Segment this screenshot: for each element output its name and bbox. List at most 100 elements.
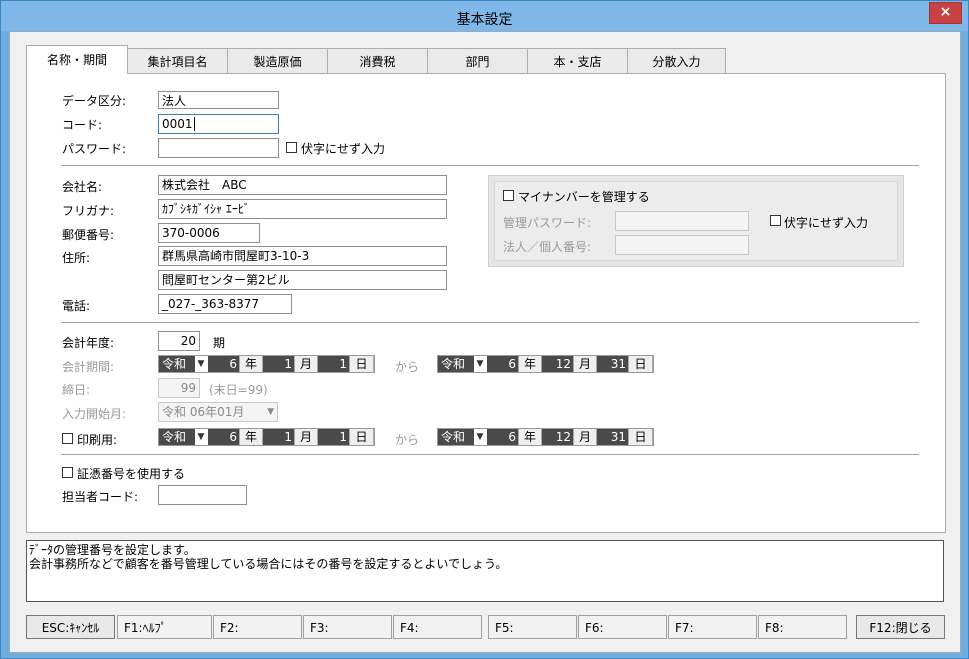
tab-manufacturing-cost[interactable]: 製造原価 (227, 48, 328, 73)
address2-field[interactable]: 問屋町センター第2ビル (158, 270, 447, 290)
era-select[interactable]: 令和 (438, 356, 474, 372)
tab-summary-items[interactable]: 集計項目名 (127, 48, 228, 73)
company-label: 会社名: (62, 180, 103, 194)
month-value[interactable]: 1 (263, 429, 294, 445)
text-cursor (193, 117, 195, 131)
zip-label: 郵便番号: (62, 228, 115, 242)
password-field[interactable] (158, 138, 279, 158)
day-unit: 日 (628, 356, 653, 372)
day-unit: 日 (628, 429, 653, 445)
f7-button[interactable]: F7: (668, 615, 757, 639)
month-unit: 月 (573, 356, 597, 372)
month-unit: 月 (294, 356, 318, 372)
esc-cancel-button[interactable]: ESC:ｷｬﾝｾﾙ (26, 615, 115, 639)
input-start-select[interactable]: 令和 06年01月 ▼ (158, 402, 278, 422)
kara-label: から (395, 360, 420, 374)
fiscal-year-label: 会計年度: (62, 336, 115, 350)
window-title: 基本設定 (456, 12, 513, 28)
chevron-down-icon[interactable]: ▼ (195, 356, 207, 372)
close-button[interactable]: × (929, 2, 962, 24)
period-from-date[interactable]: 令和 ▼ 6 年 1 月 1 日 (158, 355, 375, 373)
voucher-number-label: 証憑番号を使用する (77, 467, 186, 481)
f2-button[interactable]: F2: (213, 615, 302, 639)
f12-close-button[interactable]: F12:閉じる (856, 615, 945, 639)
f1-help-button[interactable]: F1:ﾍﾙﾌﾟ (117, 615, 212, 639)
f5-button[interactable]: F5: (488, 615, 577, 639)
print-label: 印刷用: (77, 433, 118, 447)
corp-number-label: 法人／個人番号: (503, 240, 592, 254)
era-select[interactable]: 令和 (159, 429, 195, 445)
tab-department[interactable]: 部門 (427, 48, 528, 73)
furigana-field[interactable]: ｶﾌﾞｼｷｶﾞｲｼｬ ｴｰﾋﾞ (158, 199, 447, 219)
tab-distributed-input[interactable]: 分散入力 (627, 48, 726, 73)
period-to-date[interactable]: 令和 ▼ 6 年 12 月 31 日 (437, 355, 654, 373)
code-field[interactable]: 0001 (158, 114, 279, 134)
month-value[interactable]: 12 (542, 356, 573, 372)
divider (61, 322, 919, 323)
era-select[interactable]: 令和 (438, 429, 474, 445)
kara-label: から (395, 433, 420, 447)
staff-code-field[interactable] (158, 485, 247, 505)
title-bar: 基本設定 × (1, 1, 968, 31)
year-value[interactable]: 6 (208, 429, 239, 445)
tel-field[interactable]: _027-_363-8377 (158, 294, 292, 314)
help-line-1: ﾃﾞｰﾀの管理番号を設定します。 (29, 543, 196, 557)
voucher-number-checkbox[interactable] (62, 467, 73, 478)
chevron-down-icon[interactable]: ▼ (474, 356, 486, 372)
tab-name-period[interactable]: 名称・期間 (26, 45, 128, 74)
f4-button[interactable]: F4: (393, 615, 482, 639)
chevron-down-icon[interactable]: ▼ (474, 429, 486, 445)
year-value[interactable]: 6 (208, 356, 239, 372)
help-line-2: 会計事務所などで顧客を番号管理している場合にはその番号を設定するとよいでしょう。 (29, 557, 508, 571)
password-label: パスワード: (62, 142, 127, 156)
month-value[interactable]: 1 (263, 356, 294, 372)
password-mask-label: 伏字にせず入力 (301, 142, 386, 156)
print-from-date[interactable]: 令和 ▼ 6 年 1 月 1 日 (158, 428, 375, 446)
chevron-down-icon[interactable]: ▼ (195, 429, 207, 445)
company-field[interactable]: 株式会社 ABC (158, 175, 447, 195)
mynumber-mask-label: 伏字にせず入力 (784, 216, 869, 230)
year-value[interactable]: 6 (487, 356, 518, 372)
address1-field[interactable]: 群馬県高崎市問屋町3-10-3 (158, 246, 447, 266)
corp-number-field[interactable] (615, 235, 749, 255)
tab-branch[interactable]: 本・支店 (527, 48, 628, 73)
f6-button[interactable]: F6: (578, 615, 667, 639)
day-unit: 日 (349, 429, 374, 445)
day-unit: 日 (349, 356, 374, 372)
mynumber-inner: マイナンバーを管理する 管理パスワード: 伏字にせず入力 法人／個人番号: (494, 181, 898, 261)
close-day-field[interactable]: 99 (158, 378, 200, 398)
month-value[interactable]: 12 (542, 429, 573, 445)
day-value[interactable]: 31 (597, 356, 628, 372)
tab-consumption-tax[interactable]: 消費税 (327, 48, 428, 73)
year-unit: 年 (239, 356, 263, 372)
era-select[interactable]: 令和 (159, 356, 195, 372)
divider (61, 165, 919, 166)
address-label: 住所: (62, 251, 91, 265)
day-value[interactable]: 31 (597, 429, 628, 445)
password-mask-checkbox[interactable] (286, 142, 297, 153)
print-checkbox[interactable] (62, 433, 73, 444)
zip-field[interactable]: 370-0006 (158, 223, 260, 243)
f3-button[interactable]: F3: (303, 615, 392, 639)
close-day-label: 締日: (62, 383, 91, 397)
data-kbn-label: データ区分: (62, 94, 127, 108)
month-unit: 月 (294, 429, 318, 445)
f8-button[interactable]: F8: (758, 615, 847, 639)
day-value[interactable]: 1 (318, 356, 349, 372)
fiscal-year-field[interactable]: 20 (158, 331, 200, 351)
print-to-date[interactable]: 令和 ▼ 6 年 12 月 31 日 (437, 428, 654, 446)
tab-panel: データ区分: 法人 コード: 0001 パスワード: 伏字にせず入力 会社名: … (26, 73, 946, 533)
mynumber-mask-checkbox[interactable] (770, 215, 781, 226)
year-value[interactable]: 6 (487, 429, 518, 445)
mynumber-password-field[interactable] (615, 211, 749, 231)
close-day-hint: (末日=99) (209, 383, 268, 397)
period-label: 会計期間: (62, 360, 115, 374)
window: 基本設定 × 名称・期間 集計項目名 製造原価 消費税 部門 本・支店 分散入力… (0, 0, 969, 659)
month-unit: 月 (573, 429, 597, 445)
data-kbn-field[interactable]: 法人 (158, 91, 279, 109)
mynumber-checkbox[interactable] (503, 190, 514, 201)
divider (61, 454, 919, 455)
input-start-label: 入力開始月: (62, 407, 127, 421)
code-value: 0001 (162, 117, 193, 131)
day-value[interactable]: 1 (318, 429, 349, 445)
